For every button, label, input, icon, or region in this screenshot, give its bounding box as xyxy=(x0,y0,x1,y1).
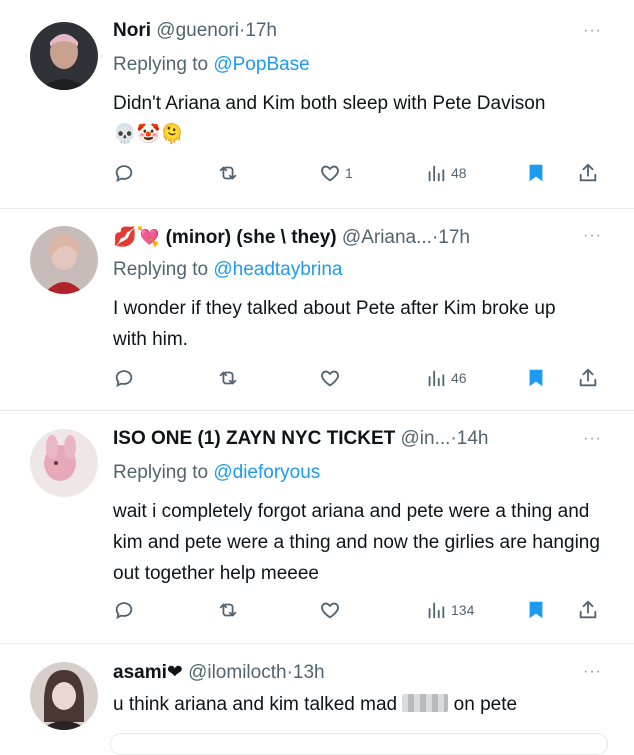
tweet-text-before: u think ariana and kim talked mad xyxy=(113,694,398,715)
tweet-text-after: on pete xyxy=(453,694,518,715)
timestamp[interactable]: 17h xyxy=(245,20,277,41)
reply-icon xyxy=(115,370,133,387)
replying-to-link[interactable]: @PopBase xyxy=(213,54,309,75)
tweet-emoji: 💀🤡🫠 xyxy=(113,124,184,145)
view-count: 46 xyxy=(451,370,467,386)
replying-to-link[interactable]: @headtaybrina xyxy=(213,259,342,280)
tweet-header: ISO ONE (1) ZAYN NYC TICKET @in...·14h xyxy=(113,428,574,450)
tweet[interactable]: ISO ONE (1) ZAYN NYC TICKET @in...·14h ·… xyxy=(0,411,634,644)
user-handle[interactable]: @in... xyxy=(401,428,451,449)
tweet[interactable]: Nori @guenori·17h ··· Replying to @PopBa… xyxy=(0,0,634,209)
user-handle[interactable]: @Ariana... xyxy=(342,227,432,248)
reply-button[interactable] xyxy=(113,599,135,621)
avatar-image xyxy=(30,429,98,497)
retweet-icon xyxy=(219,166,237,180)
tweet[interactable]: asami❤ @ilomilocth·13h ··· u think arian… xyxy=(0,644,634,744)
quoted-card[interactable] xyxy=(110,733,608,755)
retweet-icon xyxy=(219,371,237,385)
more-options-icon[interactable]: ··· xyxy=(583,22,602,40)
reply-icon xyxy=(115,165,133,182)
heart-suffix-icon: ❤ xyxy=(166,662,183,683)
user-handle[interactable]: @guenori xyxy=(156,20,239,41)
bookmark-button[interactable] xyxy=(525,162,547,184)
replying-to-link[interactable]: @dieforyous xyxy=(213,462,320,483)
display-name[interactable]: Nori xyxy=(113,20,151,41)
tweet[interactable]: 💋💘 (minor) (she \ they) @Ariana...·17h ·… xyxy=(0,209,634,411)
view-count: 48 xyxy=(451,165,467,181)
share-button[interactable] xyxy=(577,367,599,389)
timestamp[interactable]: 13h xyxy=(293,662,325,683)
display-name[interactable]: ISO ONE (1) ZAYN NYC TICKET xyxy=(113,428,395,449)
replying-to-label: Replying to xyxy=(113,54,209,75)
views-icon xyxy=(428,165,445,182)
reply-button[interactable] xyxy=(113,367,135,389)
replying-to: Replying to @dieforyous xyxy=(113,462,320,484)
more-options-icon[interactable]: ··· xyxy=(583,227,602,245)
bookmark-filled-icon xyxy=(529,369,543,387)
share-icon xyxy=(579,163,597,182)
bookmark-filled-icon xyxy=(529,164,543,182)
bookmark-button[interactable] xyxy=(525,599,547,621)
censored-word xyxy=(402,694,449,712)
views-icon xyxy=(428,370,445,387)
replying-to-label: Replying to xyxy=(113,259,209,280)
views-button[interactable]: 46 xyxy=(425,367,467,389)
bookmark-filled-icon xyxy=(529,601,543,619)
like-button[interactable] xyxy=(319,599,341,621)
tweet-header: asami❤ @ilomilocth·13h xyxy=(113,661,574,684)
like-count: 1 xyxy=(345,165,353,181)
like-button[interactable] xyxy=(319,367,341,389)
reply-button[interactable] xyxy=(113,162,135,184)
timestamp[interactable]: 17h xyxy=(438,227,470,248)
bookmark-button[interactable] xyxy=(525,367,547,389)
avatar-image xyxy=(30,22,98,90)
replying-to: Replying to @PopBase xyxy=(113,54,310,76)
action-bar: 46 xyxy=(113,367,604,391)
avatar-image xyxy=(30,226,98,294)
heart-icon xyxy=(321,165,339,182)
tweet-text-content: Didn't Ariana and Kim both sleep with Pe… xyxy=(113,93,546,114)
tweet-header: Nori @guenori·17h xyxy=(113,20,574,42)
retweet-button[interactable] xyxy=(217,162,239,184)
action-bar: 1 48 xyxy=(113,162,604,186)
share-icon xyxy=(579,368,597,387)
name-emoji: 💋💘 xyxy=(113,227,161,248)
replying-to: Replying to @headtaybrina xyxy=(113,259,343,281)
tweet-text: I wonder if they talked about Pete after… xyxy=(113,298,556,350)
reply-icon xyxy=(115,602,133,619)
retweet-button[interactable] xyxy=(217,367,239,389)
display-name[interactable]: asami xyxy=(113,662,167,683)
like-button[interactable]: 1 xyxy=(319,162,353,184)
views-button[interactable]: 134 xyxy=(425,599,474,621)
display-name[interactable]: (minor) (she \ they) xyxy=(166,227,337,248)
retweet-button[interactable] xyxy=(217,599,239,621)
tweet-text: u think ariana and kim talked mad on pet… xyxy=(113,689,608,720)
share-button[interactable] xyxy=(577,599,599,621)
share-icon xyxy=(579,600,597,619)
retweet-icon xyxy=(219,603,237,617)
tweet-header: 💋💘 (minor) (she \ they) @Ariana...·17h xyxy=(113,225,574,249)
timestamp[interactable]: 14h xyxy=(457,428,489,449)
more-options-icon[interactable]: ··· xyxy=(583,663,602,681)
avatar[interactable] xyxy=(30,662,98,730)
view-count: 134 xyxy=(451,602,475,618)
avatar[interactable] xyxy=(30,226,98,294)
avatar[interactable] xyxy=(30,22,98,90)
avatar-image xyxy=(30,662,98,730)
replying-to-label: Replying to xyxy=(113,462,209,483)
tweet-text: Didn't Ariana and Kim both sleep with Pe… xyxy=(113,88,573,150)
more-options-icon[interactable]: ··· xyxy=(583,430,602,448)
avatar[interactable] xyxy=(30,429,98,497)
heart-icon xyxy=(321,602,339,619)
user-handle[interactable]: @ilomilocth xyxy=(188,662,286,683)
views-button[interactable]: 48 xyxy=(425,162,467,184)
share-button[interactable] xyxy=(577,162,599,184)
tweet-text: wait i completely forgot ariana and pete… xyxy=(113,501,600,584)
views-icon xyxy=(428,602,445,619)
action-bar: 134 xyxy=(113,599,604,623)
heart-icon xyxy=(321,370,339,387)
